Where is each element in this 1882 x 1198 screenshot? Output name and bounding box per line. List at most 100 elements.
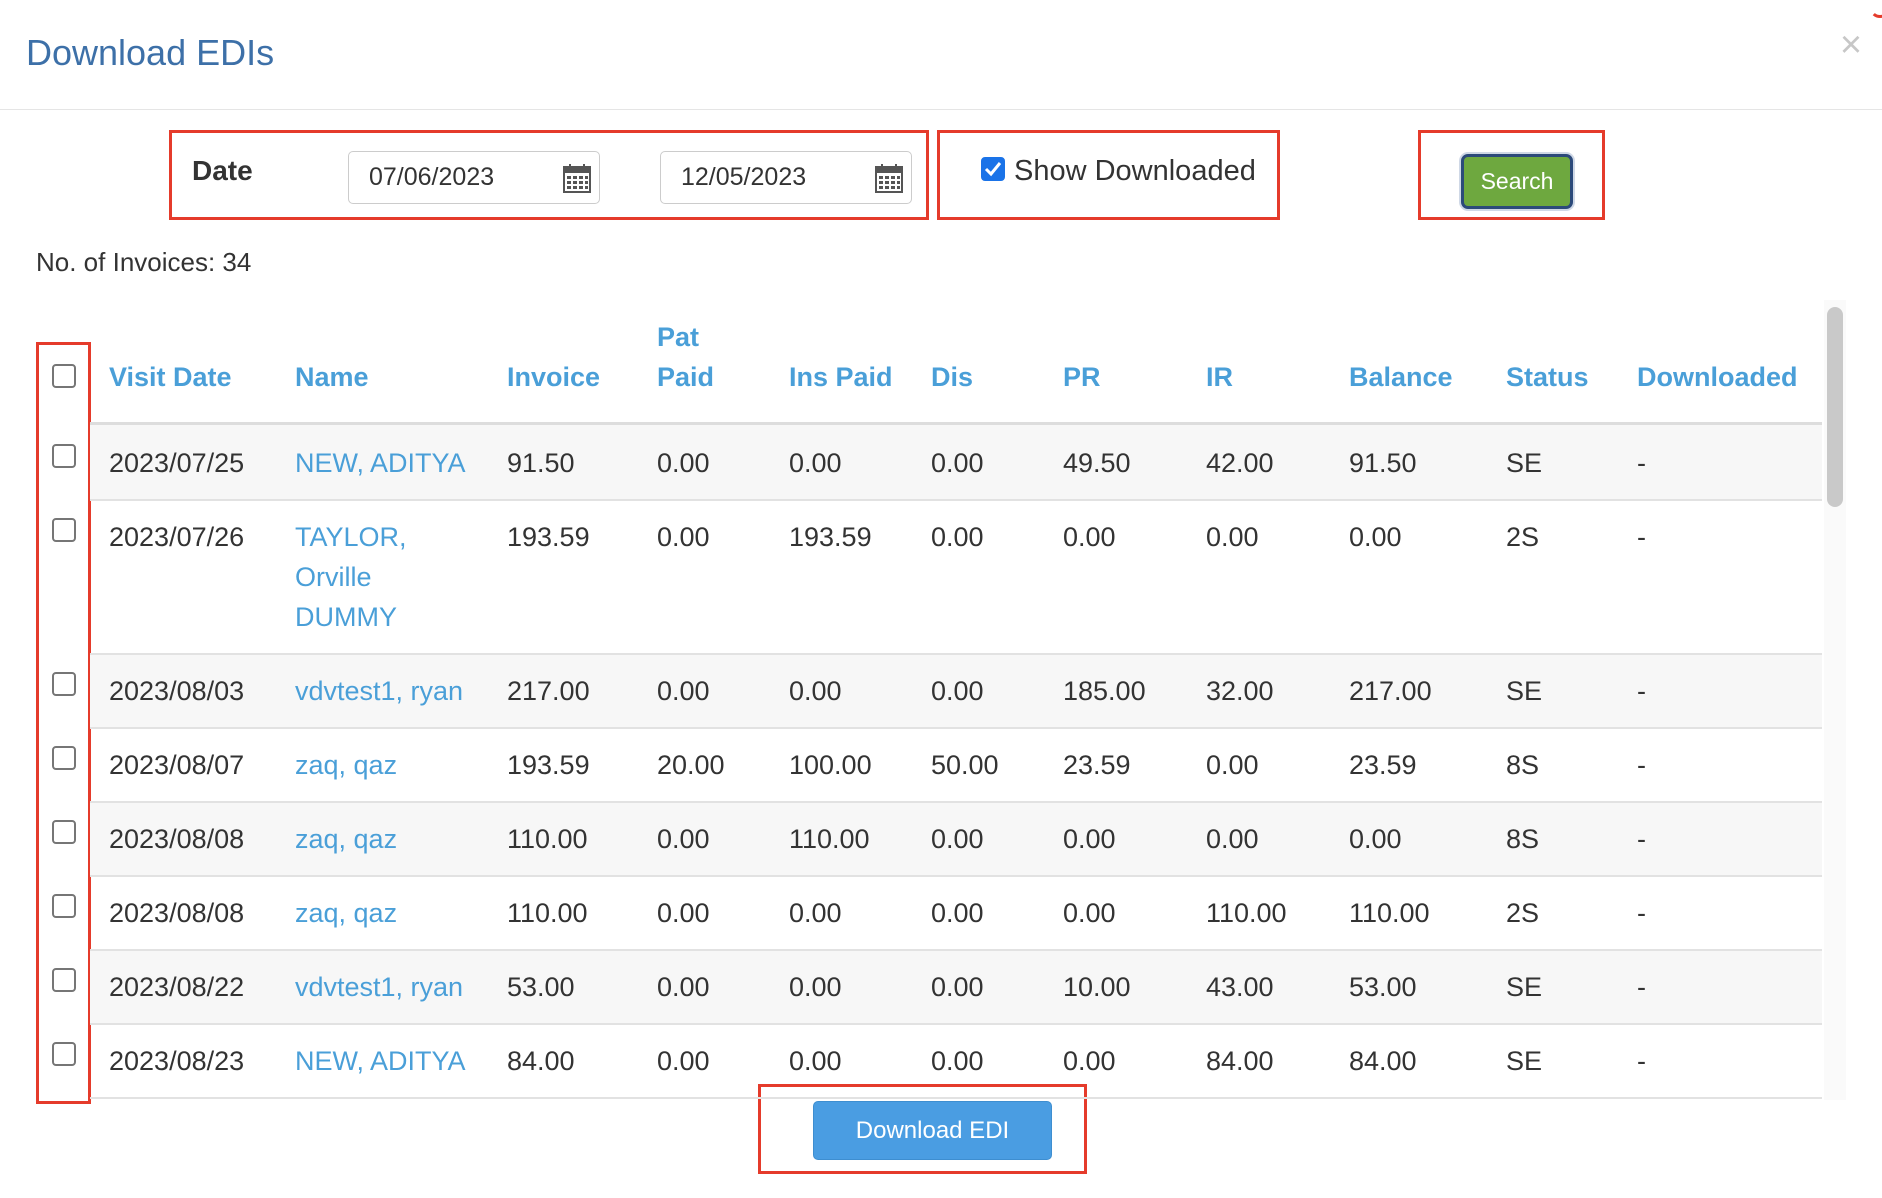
date-to-field[interactable]: 12/05/2023 (660, 151, 912, 204)
invoice-cell: 84.00 (507, 1046, 575, 1076)
visit-date-cell: 2023/08/03 (109, 676, 245, 706)
dis-cell: 0.00 (931, 1046, 984, 1076)
status-cell: SE (1506, 448, 1543, 478)
header-divider (0, 109, 1882, 110)
ins-paid-cell: 0.00 (789, 972, 842, 1002)
invoice-cell: 53.00 (507, 972, 575, 1002)
downloaded-cell: - (1637, 972, 1646, 1002)
column-header-invoice[interactable]: Invoice (507, 362, 600, 393)
dis-cell: 0.00 (931, 972, 984, 1002)
invoice-cell: 91.50 (507, 448, 575, 478)
row-checkbox[interactable] (52, 518, 76, 542)
dis-cell: 0.00 (931, 448, 984, 478)
status-cell: SE (1506, 676, 1543, 706)
ins-paid-cell: 110.00 (789, 824, 870, 854)
column-header-pat-paid-line1[interactable]: Pat (657, 322, 699, 353)
ins-paid-cell: 100.00 (789, 750, 872, 780)
patient-name-link[interactable]: DUMMY (295, 602, 397, 633)
ins-paid-cell: 0.00 (789, 448, 842, 478)
status-cell: 2S (1506, 898, 1540, 928)
row-checkbox[interactable] (52, 672, 76, 696)
row-checkbox[interactable] (52, 444, 76, 468)
balance-cell: 23.59 (1349, 750, 1417, 780)
visit-date-cell: 2023/08/23 (109, 1046, 245, 1076)
visit-date-cell: 2023/08/08 (109, 824, 245, 854)
pr-cell: 0.00 (1063, 1046, 1116, 1076)
row-divider (90, 875, 1822, 877)
patient-name-link[interactable]: Orville (295, 562, 372, 593)
patient-name-link[interactable]: zaq, qaz (295, 750, 397, 781)
close-icon[interactable]: × (1834, 26, 1868, 64)
pr-cell: 0.00 (1063, 522, 1116, 552)
column-header-name[interactable]: Name (295, 362, 369, 393)
status-cell: 8S (1506, 750, 1540, 780)
downloaded-cell: - (1637, 676, 1646, 706)
modal-title: Download EDIs (26, 32, 275, 73)
invoice-cell: 193.59 (507, 750, 590, 780)
pat-paid-cell: 0.00 (657, 448, 710, 478)
pat-paid-cell: 20.00 (657, 750, 725, 780)
dis-cell: 0.00 (931, 522, 984, 552)
pr-cell: 10.00 (1063, 972, 1131, 1002)
column-header-ins-paid[interactable]: Ins Paid (789, 362, 893, 393)
table-scrollbar-thumb[interactable] (1827, 307, 1843, 507)
patient-name-link[interactable]: vdvtest1, ryan (295, 676, 463, 707)
dis-cell: 0.00 (931, 824, 984, 854)
calendar-icon[interactable] (875, 163, 903, 193)
invoice-cell: 110.00 (507, 898, 588, 928)
row-divider (90, 1097, 1822, 1099)
downloaded-cell: - (1637, 1046, 1646, 1076)
ins-paid-cell: 0.00 (789, 898, 842, 928)
balance-cell: 0.00 (1349, 522, 1402, 552)
patient-name-link[interactable]: NEW, ADITYA (295, 448, 466, 479)
column-header-balance[interactable]: Balance (1349, 362, 1453, 393)
balance-cell: 91.50 (1349, 448, 1417, 478)
column-header-dis[interactable]: Dis (931, 362, 973, 393)
column-header-ir[interactable]: IR (1206, 362, 1233, 393)
column-header-visit-date[interactable]: Visit Date (109, 362, 232, 393)
patient-name-link[interactable]: zaq, qaz (295, 824, 397, 855)
downloaded-cell: - (1637, 522, 1646, 552)
row-checkbox[interactable] (52, 1042, 76, 1066)
visit-date-cell: 2023/07/26 (109, 522, 245, 552)
download-edi-button[interactable]: Download EDI (813, 1101, 1052, 1160)
column-header-pat-paid-line2[interactable]: Paid (657, 362, 714, 393)
patient-name-link[interactable]: TAYLOR, (295, 522, 407, 553)
dis-cell: 0.00 (931, 898, 984, 928)
ir-cell: 43.00 (1206, 972, 1274, 1002)
balance-cell: 84.00 (1349, 1046, 1417, 1076)
pr-cell: 185.00 (1063, 676, 1146, 706)
status-cell: SE (1506, 1046, 1543, 1076)
search-button[interactable]: Search (1461, 154, 1573, 209)
row-checkbox[interactable] (52, 968, 76, 992)
status-cell: 2S (1506, 522, 1540, 552)
column-header-pr[interactable]: PR (1063, 362, 1101, 393)
row-checkbox[interactable] (52, 894, 76, 918)
ir-cell: 0.00 (1206, 824, 1259, 854)
select-all-checkbox[interactable] (52, 364, 76, 388)
pr-cell: 23.59 (1063, 750, 1131, 780)
row-checkbox[interactable] (52, 746, 76, 770)
status-cell: 8S (1506, 824, 1540, 854)
invoice-cell: 110.00 (507, 824, 588, 854)
status-cell: SE (1506, 972, 1543, 1002)
date-from-field[interactable]: 07/06/2023 (348, 151, 600, 204)
column-header-status[interactable]: Status (1506, 362, 1589, 393)
row-divider (90, 499, 1822, 501)
ir-cell: 42.00 (1206, 448, 1274, 478)
ir-cell: 0.00 (1206, 522, 1259, 552)
ins-paid-cell: 193.59 (789, 522, 872, 552)
invoice-count: No. of Invoices: 34 (36, 247, 252, 277)
show-downloaded-checkbox[interactable] (981, 157, 1005, 181)
patient-name-link[interactable]: zaq, qaz (295, 898, 397, 929)
show-downloaded-label[interactable]: Show Downloaded (1014, 155, 1256, 188)
pat-paid-cell: 0.00 (657, 522, 710, 552)
patient-name-link[interactable]: NEW, ADITYA (295, 1046, 466, 1077)
calendar-icon[interactable] (563, 163, 591, 193)
column-header-downloaded[interactable]: Downloaded (1637, 362, 1798, 393)
balance-cell: 0.00 (1349, 824, 1402, 854)
balance-cell: 110.00 (1349, 898, 1430, 928)
patient-name-link[interactable]: vdvtest1, ryan (295, 972, 463, 1003)
row-checkbox[interactable] (52, 820, 76, 844)
date-to-value: 12/05/2023 (681, 163, 807, 191)
